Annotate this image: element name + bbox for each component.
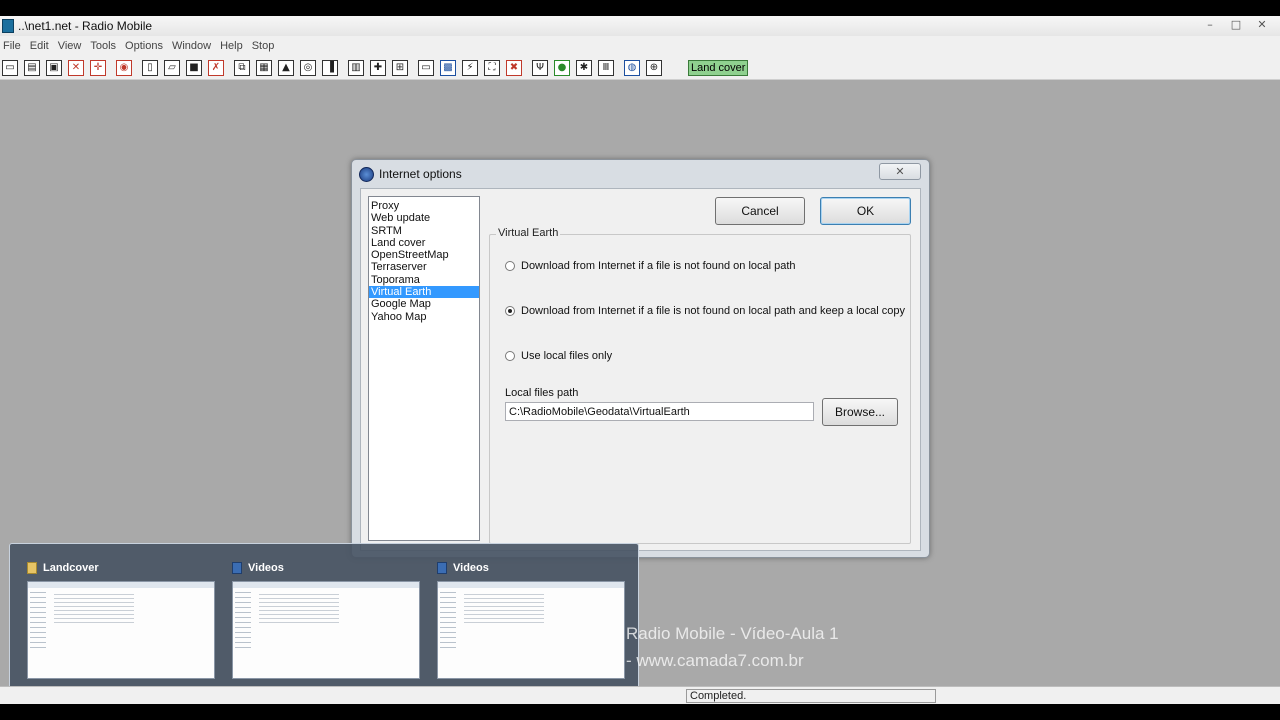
- save-map-icon[interactable]: ■: [186, 59, 202, 76]
- menu-tools[interactable]: Tools: [87, 40, 122, 52]
- internet-options-dialog: Internet options ✕ Proxy Web update SRTM…: [351, 159, 930, 558]
- close-map-icon[interactable]: ✗: [208, 59, 224, 76]
- fill-icon[interactable]: ✱: [576, 59, 592, 76]
- thumbnail-preview: [232, 581, 420, 679]
- coverage-icon[interactable]: ●: [554, 59, 570, 76]
- dialog-title-bar: Internet options ✕: [352, 160, 929, 188]
- video-icon: [232, 562, 242, 574]
- status-text: Completed.: [686, 689, 936, 703]
- window-icon[interactable]: ▭: [418, 59, 434, 76]
- antenna-icon[interactable]: Ψ: [532, 59, 548, 76]
- globe-icon: [359, 166, 374, 182]
- menu-help[interactable]: Help: [217, 40, 249, 52]
- zoom-icon[interactable]: ⛶: [484, 59, 500, 76]
- list-item-proxy[interactable]: Proxy: [369, 200, 479, 212]
- list-item-virtual-earth[interactable]: Virtual Earth: [369, 286, 479, 299]
- local-path-input[interactable]: [505, 402, 814, 421]
- radio-button[interactable]: [505, 261, 515, 271]
- thumbnail-preview: [437, 581, 625, 679]
- minimize-button[interactable]: –: [1200, 18, 1220, 32]
- radio-button[interactable]: [505, 351, 515, 361]
- taskbar-thumbnail-popup: Landcover Videos Videos: [9, 543, 639, 696]
- thumbnail-title: Videos: [248, 562, 284, 574]
- title-bar: ..\net1.net - Radio Mobile – □ ✕: [0, 16, 1280, 36]
- list-item-terraserver[interactable]: Terraserver: [369, 261, 479, 273]
- list-item-land-cover[interactable]: Land cover: [369, 237, 479, 249]
- desktop-screen: ..\net1.net - Radio Mobile – □ ✕ File Ed…: [0, 16, 1280, 704]
- elevation-icon[interactable]: ▲: [278, 59, 294, 76]
- save-network-icon[interactable]: ▣: [46, 59, 62, 76]
- radio-local-only-option[interactable]: Use local files only: [505, 350, 612, 362]
- list-item-toporama[interactable]: Toporama: [369, 274, 479, 286]
- menu-window[interactable]: Window: [169, 40, 217, 52]
- dialog-close-button[interactable]: ✕: [879, 163, 921, 180]
- close-window-button[interactable]: ✕: [1252, 18, 1272, 32]
- radio-link-icon[interactable]: ⚡: [462, 59, 478, 76]
- options-category-list[interactable]: Proxy Web update SRTM Land cover OpenStr…: [368, 196, 480, 541]
- list-item-yahoo-map[interactable]: Yahoo Map: [369, 311, 479, 323]
- video-watermark: Radio Mobile - Vídeo-Aula 1 - www.camada…: [626, 620, 839, 674]
- radio-button-checked[interactable]: [505, 306, 515, 316]
- radio-label: Use local files only: [521, 350, 613, 362]
- network-properties-icon[interactable]: ✛: [90, 59, 106, 76]
- list-item-openstreetmap[interactable]: OpenStreetMap: [369, 249, 479, 261]
- dialog-body: Proxy Web update SRTM Land cover OpenStr…: [360, 188, 921, 551]
- units-properties-icon[interactable]: ✕: [68, 59, 84, 76]
- list-item-google-map[interactable]: Google Map: [369, 298, 479, 310]
- toolbar: ▭ ▤ ▣ ✕ ✛ ◉ ▯ ▱ ■ ✗ ⧉ ▦ ▲ ◎ ▐ ▥ ✚ ⊞ ▭ ▩ …: [0, 56, 1280, 80]
- radio-mobile-app-icon: [2, 19, 14, 33]
- stop-icon[interactable]: ◉: [116, 59, 132, 76]
- folder-icon: [27, 562, 37, 574]
- world-icon[interactable]: ⊕: [646, 59, 662, 76]
- watermark-line-1: Radio Mobile - Vídeo-Aula 1: [626, 624, 839, 643]
- menu-file[interactable]: File: [0, 40, 27, 52]
- list-item-srtm[interactable]: SRTM: [369, 225, 479, 237]
- grid-icon[interactable]: ▥: [348, 59, 364, 76]
- globe-icon[interactable]: ◍: [624, 59, 640, 76]
- thumbnail-videos-2[interactable]: Videos: [433, 544, 625, 694]
- gradient-icon[interactable]: ▐: [322, 59, 338, 76]
- dimensions-icon[interactable]: ✚: [370, 59, 386, 76]
- menu-bar: File Edit View Tools Options Window Help…: [0, 36, 1280, 56]
- thumbnail-preview: [27, 581, 215, 679]
- list-item-web-update[interactable]: Web update: [369, 212, 479, 224]
- map-properties-icon[interactable]: ▩: [440, 59, 456, 76]
- menu-options[interactable]: Options: [122, 40, 169, 52]
- open-map-icon[interactable]: ▱: [164, 59, 180, 76]
- menu-edit[interactable]: Edit: [27, 40, 55, 52]
- cross-icon[interactable]: ⊞: [392, 59, 408, 76]
- open-network-icon[interactable]: ▤: [24, 59, 40, 76]
- cancel-button[interactable]: Cancel: [715, 197, 805, 225]
- local-path-label: Local files path: [505, 387, 579, 399]
- thumbnail-title: Videos: [453, 562, 489, 574]
- maximize-button[interactable]: □: [1226, 18, 1246, 32]
- target-icon[interactable]: ◎: [300, 59, 316, 76]
- thumbnail-landcover[interactable]: Landcover: [23, 544, 215, 694]
- radio-label: Download from Internet if a file is not …: [521, 260, 796, 272]
- video-icon: [437, 562, 447, 574]
- menu-stop[interactable]: Stop: [249, 40, 281, 52]
- menu-view[interactable]: View: [55, 40, 88, 52]
- window-title: ..\net1.net - Radio Mobile: [18, 19, 153, 33]
- new-network-icon[interactable]: ▭: [2, 59, 18, 76]
- status-bar: Completed.: [0, 686, 1280, 704]
- radio-download-option[interactable]: Download from Internet if a file is not …: [505, 260, 796, 272]
- group-title: Virtual Earth: [496, 227, 561, 239]
- delete-map-icon[interactable]: ✖: [506, 59, 522, 76]
- bars-icon[interactable]: Ⅲ: [598, 59, 614, 76]
- virtual-earth-group: Virtual Earth Download from Internet if …: [489, 227, 911, 544]
- radio-label: Download from Internet if a file is not …: [521, 305, 906, 317]
- radio-download-keep-copy-option[interactable]: Download from Internet if a file is not …: [505, 305, 905, 317]
- thumbnail-videos-1[interactable]: Videos: [228, 544, 420, 694]
- copy-picture-icon[interactable]: ⧉: [234, 59, 250, 76]
- new-map-icon[interactable]: ▯: [142, 59, 158, 76]
- land-cover-button[interactable]: Land cover: [688, 59, 749, 76]
- watermark-line-2: - www.camada7.com.br: [626, 651, 804, 670]
- thumbnail-title: Landcover: [43, 562, 99, 574]
- picture-icon[interactable]: ▦: [256, 59, 272, 76]
- ok-button[interactable]: OK: [820, 197, 911, 225]
- dialog-title: Internet options: [379, 167, 462, 181]
- browse-button[interactable]: Browse...: [822, 398, 898, 426]
